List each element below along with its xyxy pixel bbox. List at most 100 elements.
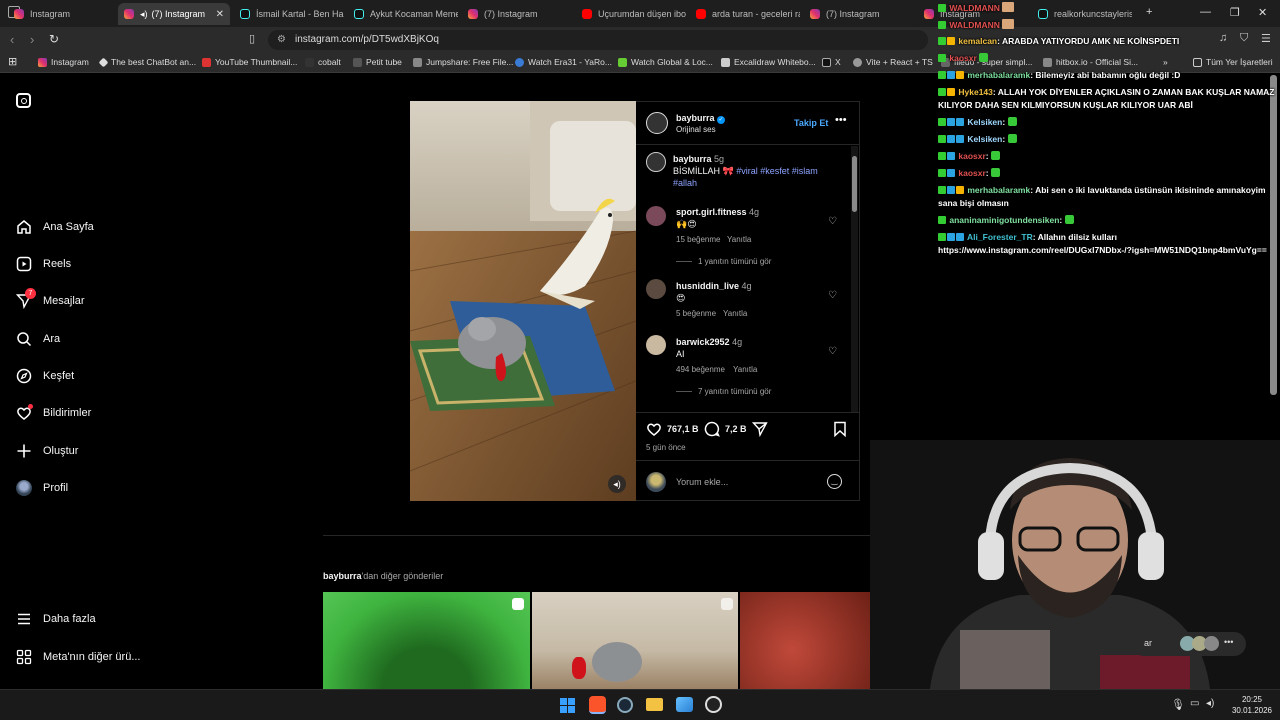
bookmark-8[interactable]: Watch Global & Loc... — [618, 57, 713, 67]
tab-5[interactable]: (7) Instagram — [462, 3, 572, 25]
more-posts-user[interactable]: bayburra — [323, 571, 362, 581]
folder-icon[interactable] — [646, 698, 663, 711]
sidebar-item-explore[interactable]: Keşfet — [15, 367, 74, 385]
tab-6[interactable]: Uçurumdan düşen ibo — [576, 3, 686, 25]
grid-post-2[interactable] — [532, 592, 738, 689]
view-replies-1[interactable]: 1 yanıtın tümünü gör — [698, 257, 771, 266]
sidebar-item-more[interactable]: Daha fazla — [15, 610, 96, 628]
comment-2-likes[interactable]: 5 beğenme — [676, 309, 716, 318]
instagram-logo-icon[interactable] — [16, 93, 31, 108]
comment-avatar[interactable] — [646, 279, 666, 299]
address-bar[interactable]: ⚙ instagram.com/p/DT5wdXBjKOq — [268, 30, 928, 50]
mic-icon[interactable]: 🎙 — [1171, 698, 1185, 711]
tab-3[interactable]: İsmail Kartal - Ben Hala — [234, 3, 344, 25]
comment-button[interactable]: 7,2 B — [704, 421, 747, 437]
sidebar-item-meta[interactable]: Meta'nın diğer ürü... — [15, 648, 141, 666]
shield-icon[interactable]: ⛉ — [1240, 32, 1248, 45]
comments-scrollbar[interactable] — [851, 146, 858, 412]
comment-1-likes[interactable]: 15 beğenme — [676, 235, 720, 244]
bookmark-9[interactable]: Excalidraw Whitebo... — [721, 57, 816, 67]
comment-2-reply[interactable]: Yanıtla — [723, 309, 747, 318]
forward-icon[interactable]: › — [30, 32, 34, 47]
bookmark-1[interactable]: Instagram — [38, 57, 89, 67]
comment-3-reply[interactable]: Yanıtla — [733, 365, 757, 374]
steam-icon[interactable] — [617, 697, 633, 713]
start-icon[interactable] — [560, 698, 575, 713]
comment-like-icon[interactable]: ♡ — [828, 346, 837, 357]
grid-post-1[interactable] — [323, 592, 530, 689]
bookmark-2[interactable]: The best ChatBot an... — [98, 57, 196, 67]
sidebar-item-create[interactable]: Oluştur — [15, 442, 78, 460]
tab-2-active[interactable]: ◂) (7) Instagram ✕ — [118, 3, 230, 25]
bookmark-10[interactable]: X — [822, 57, 841, 67]
more-bookmarks-icon[interactable]: » — [1163, 57, 1168, 67]
bookmark-page-icon[interactable]: ▯ — [249, 32, 255, 45]
photos-icon[interactable] — [676, 697, 693, 712]
obs-icon[interactable] — [705, 696, 722, 713]
new-tab-icon[interactable]: + — [1146, 6, 1152, 18]
grid-post-3[interactable] — [740, 592, 870, 689]
bookmark-13[interactable]: hitbox.io - Official Si... — [1043, 57, 1138, 67]
tab-8[interactable]: (7) Instagram — [804, 3, 914, 25]
sidebar-item-search[interactable]: Ara — [15, 330, 60, 348]
sidebar-item-home[interactable]: Ana Sayfa — [15, 218, 94, 236]
reload-icon[interactable]: ↻ — [49, 32, 59, 46]
bookmark-6[interactable]: Jumpshare: Free File... — [413, 57, 513, 67]
comment-like-icon[interactable]: ♡ — [828, 290, 837, 301]
comment-1-reply[interactable]: Yanıtla — [727, 235, 751, 244]
volume-icon[interactable]: ◂) — [1206, 698, 1214, 709]
sidebar-item-messages[interactable]: 7 Mesajlar — [15, 288, 85, 310]
clock[interactable]: 20:25 30.01.2026 — [1230, 694, 1274, 716]
sidebar-item-reels[interactable]: Reels — [15, 255, 71, 273]
sidebar-item-profile[interactable]: Profil — [15, 479, 68, 497]
comment-avatar[interactable] — [646, 335, 666, 355]
sidebar-item-label: Bildirimler — [43, 407, 92, 419]
audio-label[interactable]: Orijinal ses — [676, 125, 716, 134]
more-options-icon[interactable]: ••• — [835, 114, 847, 126]
bookmark-3[interactable]: YouTube Thumbnail... — [202, 57, 297, 67]
all-bookmarks[interactable]: Tüm Yer İşaretleri — [1193, 57, 1273, 67]
brave-icon[interactable] — [589, 696, 606, 714]
bookmark-5[interactable]: Petit tube — [353, 57, 402, 67]
comment-3-likes[interactable]: 494 beğenme — [676, 365, 725, 374]
menu-icon[interactable]: ☰ — [1261, 32, 1271, 45]
comment-like-icon[interactable]: ♡ — [828, 216, 837, 227]
emoji-icon[interactable]: ‿ — [827, 474, 842, 489]
save-icon[interactable] — [833, 421, 847, 442]
chat-link[interactable]: https://www.instagram.com/reel/DUGxl7NDb… — [938, 245, 1267, 255]
view-replies-3[interactable]: 7 yanıtın tümünü gör — [698, 387, 771, 396]
comment-user[interactable]: barwick2952 — [676, 337, 730, 347]
bookmark-4[interactable]: cobalt — [305, 57, 341, 67]
media-icon[interactable]: ♫ — [1219, 32, 1227, 44]
tab-1[interactable]: Instagram — [8, 3, 116, 25]
site-info-icon[interactable]: ⚙ — [277, 30, 286, 50]
caption-avatar[interactable] — [646, 152, 666, 172]
back-icon[interactable]: ‹ — [10, 32, 14, 47]
viewers-bubble[interactable]: ar ••• — [1132, 632, 1246, 656]
bookmark-7[interactable]: Watch Era31 - YaRo... — [515, 57, 612, 67]
comment-user[interactable]: sport.girl.fitness — [676, 207, 747, 217]
post-author-avatar[interactable] — [646, 112, 668, 134]
apps-grid-icon[interactable]: ⊞ — [8, 55, 17, 68]
caption-user[interactable]: bayburra — [673, 154, 712, 164]
bookmark-11[interactable]: Vite + React + TS — [853, 57, 933, 67]
tab-7[interactable]: arda turan - geceleri ra — [690, 3, 800, 25]
post-video[interactable]: ◂) — [410, 101, 636, 501]
sidebar-item-notifications[interactable]: Bildirimler — [15, 404, 91, 422]
minimize-icon[interactable]: — — [1200, 6, 1211, 18]
share-icon[interactable] — [751, 421, 768, 442]
comment-avatar[interactable] — [646, 206, 666, 226]
close-window-icon[interactable]: ✕ — [1258, 6, 1267, 19]
like-button[interactable]: 767,1 B — [646, 421, 699, 437]
follow-button[interactable]: Takip Et — [794, 118, 828, 128]
mute-icon[interactable]: ◂) — [608, 475, 626, 493]
maximize-icon[interactable]: ❐ — [1230, 6, 1240, 19]
comment-input[interactable]: Yorum ekle... — [676, 477, 728, 487]
post-author-name[interactable]: bayburra ✓ — [676, 113, 726, 124]
network-icon[interactable]: ▭ — [1190, 698, 1199, 709]
comment-user[interactable]: husniddin_live — [676, 281, 739, 291]
tab-4[interactable]: Aykut Kocaman Meme — [348, 3, 458, 25]
page-scrollbar[interactable] — [1270, 75, 1277, 395]
close-tab-icon[interactable]: ✕ — [216, 9, 224, 20]
tab-10[interactable]: realkorkuncstayleris — [1032, 3, 1132, 25]
